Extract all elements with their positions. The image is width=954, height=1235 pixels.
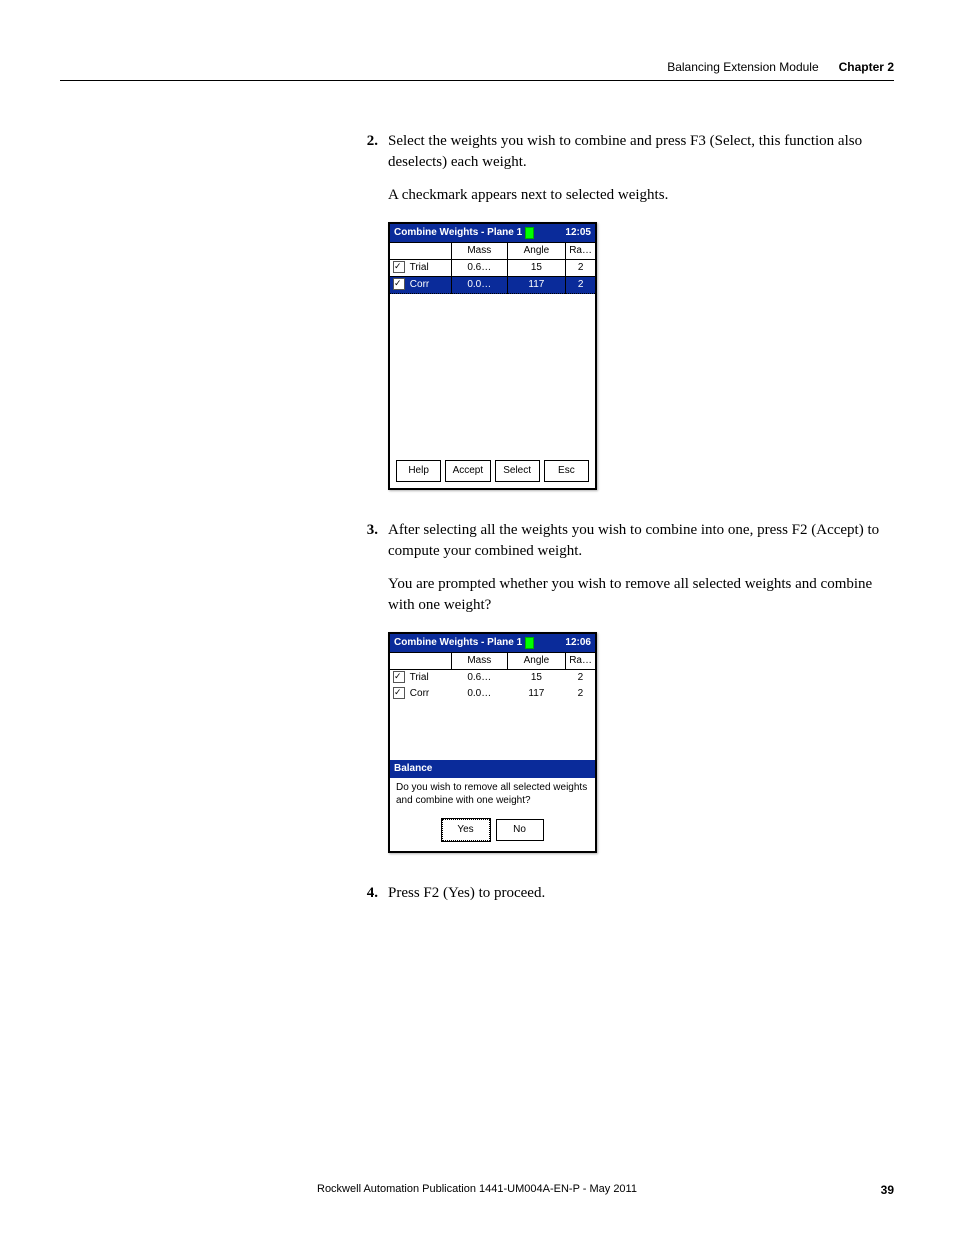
step-2-note: A checkmark appears next to selected wei… xyxy=(388,185,900,206)
row-mass: 0.0… xyxy=(452,686,508,702)
dialog-title: Balance xyxy=(390,760,595,778)
dialog-body: Do you wish to remove all selected weigh… xyxy=(390,778,595,813)
weights-table: Mass Angle Ra… Trial 0.6… 15 2 Corr 0.0…… xyxy=(390,242,595,294)
row-angle: 15 xyxy=(507,260,566,277)
col-blank xyxy=(390,653,452,670)
device-screenshot-1: Combine Weights - Plane 1 12:05 Mass Ang… xyxy=(388,222,597,490)
check-icon xyxy=(393,278,405,290)
device-button-row: Help Accept Select Esc xyxy=(390,454,595,488)
col-angle: Angle xyxy=(507,243,566,260)
help-button[interactable]: Help xyxy=(396,460,441,482)
row-angle: 117 xyxy=(507,686,566,702)
col-ra: Ra… xyxy=(566,653,595,670)
row-name: Corr xyxy=(410,688,429,699)
check-icon xyxy=(393,261,405,273)
device-screenshot-2: Combine Weights - Plane 1 12:06 Mass Ang… xyxy=(388,632,597,853)
step-text: Press F2 (Yes) to proceed. xyxy=(388,883,900,904)
no-button[interactable]: No xyxy=(496,819,544,841)
row-name: Trial xyxy=(410,262,429,273)
yes-button[interactable]: Yes xyxy=(442,819,490,841)
select-button[interactable]: Select xyxy=(495,460,540,482)
row-angle: 117 xyxy=(507,277,566,294)
row-mass: 0.0… xyxy=(452,277,508,294)
device-clock: 12:05 xyxy=(565,226,591,240)
dialog-line: Do you wish to remove all selected weigh… xyxy=(396,782,589,795)
step-3: 3. After selecting all the weights you w… xyxy=(360,520,900,562)
step-3-note: You are prompted whether you wish to rem… xyxy=(388,574,900,616)
row-mass: 0.6… xyxy=(452,670,508,687)
row-ra: 2 xyxy=(566,260,595,277)
dialog-line: and combine with one weight? xyxy=(396,795,589,808)
step-number: 3. xyxy=(360,520,378,562)
page-header: Balancing Extension Module Chapter 2 xyxy=(60,60,894,81)
step-number: 4. xyxy=(360,883,378,904)
step-number: 2. xyxy=(360,131,378,173)
esc-button[interactable]: Esc xyxy=(544,460,589,482)
col-mass: Mass xyxy=(452,243,508,260)
row-angle: 15 xyxy=(507,670,566,687)
chapter-label: Chapter 2 xyxy=(839,60,894,74)
col-angle: Angle xyxy=(507,653,566,670)
row-ra: 2 xyxy=(566,670,595,687)
row-ra: 2 xyxy=(566,277,595,294)
battery-icon xyxy=(525,227,534,239)
device-titlebar: Combine Weights - Plane 1 12:06 xyxy=(390,634,595,652)
dialog-buttons: Yes No xyxy=(390,813,595,851)
device-title: Combine Weights - Plane 1 xyxy=(394,226,522,240)
table-row[interactable]: Trial 0.6… 15 2 xyxy=(390,260,595,277)
page-number: 39 xyxy=(881,1183,894,1197)
device-titlebar: Combine Weights - Plane 1 12:05 xyxy=(390,224,595,242)
col-blank xyxy=(390,243,452,260)
step-text: Select the weights you wish to combine a… xyxy=(388,131,900,173)
step-2: 2. Select the weights you wish to combin… xyxy=(360,131,900,173)
accept-button[interactable]: Accept xyxy=(445,460,490,482)
check-icon xyxy=(393,671,405,683)
battery-icon xyxy=(525,637,534,649)
row-name: Trial xyxy=(410,672,429,683)
row-name: Corr xyxy=(410,279,429,290)
step-text: After selecting all the weights you wish… xyxy=(388,520,900,562)
table-row-selected[interactable]: Corr 0.0… 117 2 xyxy=(390,277,595,294)
col-mass: Mass xyxy=(452,653,508,670)
section-title: Balancing Extension Module xyxy=(667,60,818,74)
device-title: Combine Weights - Plane 1 xyxy=(394,636,522,650)
footer-publication: Rockwell Automation Publication 1441-UM0… xyxy=(0,1183,954,1195)
row-mass: 0.6… xyxy=(452,260,508,277)
weights-table: Mass Angle Ra… Trial 0.6… 15 2 Corr 0.0…… xyxy=(390,652,595,702)
table-row[interactable]: Corr 0.0… 117 2 xyxy=(390,686,595,702)
row-ra: 2 xyxy=(566,686,595,702)
col-ra: Ra… xyxy=(566,243,595,260)
device-clock: 12:06 xyxy=(565,636,591,650)
step-4: 4. Press F2 (Yes) to proceed. xyxy=(360,883,900,904)
check-icon xyxy=(393,687,405,699)
table-row[interactable]: Trial 0.6… 15 2 xyxy=(390,670,595,687)
